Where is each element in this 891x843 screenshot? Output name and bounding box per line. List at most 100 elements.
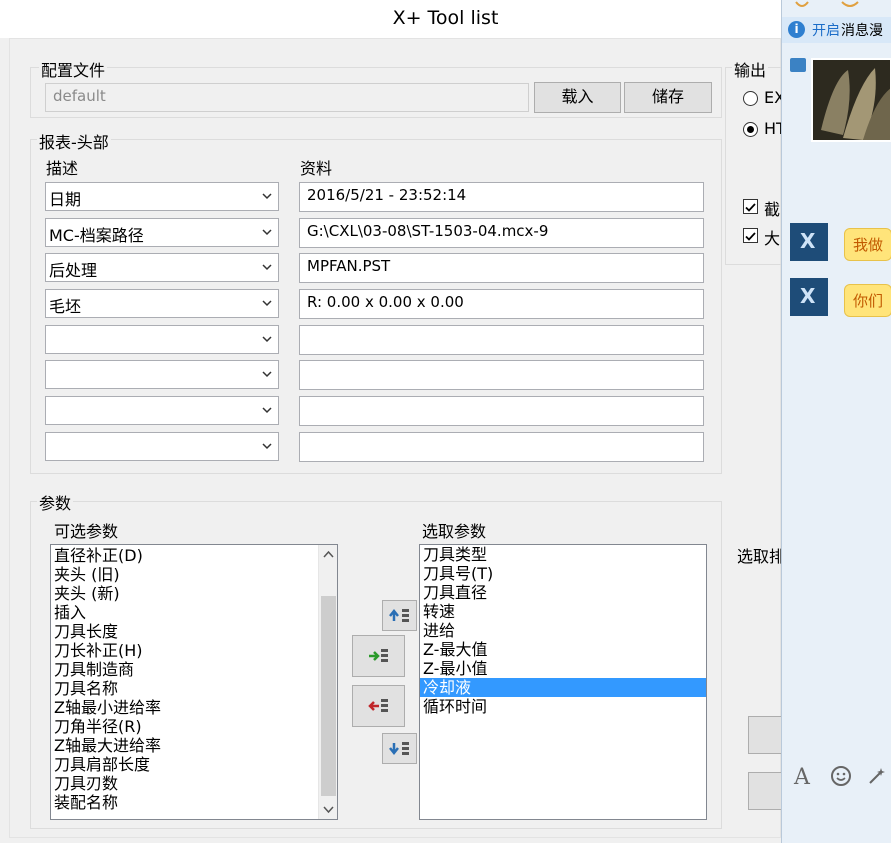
remove-arrow-icon bbox=[367, 699, 388, 712]
scroll-up-icon[interactable] bbox=[322, 548, 335, 561]
list-item[interactable]: 夹头 (旧) bbox=[51, 565, 317, 584]
list-item[interactable]: 刀具名称 bbox=[51, 679, 317, 698]
list-item[interactable]: 刀具号(T) bbox=[420, 564, 706, 583]
list-item[interactable]: 刀长补正(H) bbox=[51, 641, 317, 660]
chevron-down-icon bbox=[262, 300, 272, 307]
font-icon[interactable]: A bbox=[794, 765, 810, 790]
chevron-down-icon bbox=[262, 193, 272, 200]
chevron-down-icon bbox=[262, 336, 272, 343]
remove-param-button[interactable] bbox=[352, 685, 405, 727]
image-thumbnail bbox=[813, 60, 890, 140]
data-column-label: 资料 bbox=[300, 159, 333, 178]
chat-image[interactable] bbox=[811, 58, 891, 142]
desc-select-8[interactable] bbox=[45, 432, 279, 461]
config-group-label: 配置文件 bbox=[39, 57, 108, 81]
avatar-1[interactable]: X bbox=[790, 223, 828, 261]
list-item[interactable]: 插入 bbox=[51, 603, 317, 622]
chat-toolbar: A bbox=[782, 755, 891, 799]
desc-select-1[interactable]: 日期 bbox=[45, 182, 279, 211]
move-down-button[interactable] bbox=[382, 733, 417, 764]
list-item[interactable]: 刀具肩部长度 bbox=[51, 755, 317, 774]
message-bubble-1: 我做 bbox=[844, 228, 891, 261]
side-button-2[interactable] bbox=[748, 772, 781, 810]
list-item[interactable]: 循环时间 bbox=[420, 697, 706, 716]
chevron-down-icon bbox=[262, 229, 272, 236]
list-item[interactable]: 刀具刃数 bbox=[51, 774, 317, 793]
data-field-8[interactable] bbox=[299, 431, 704, 462]
scroll-down-icon[interactable] bbox=[322, 803, 335, 816]
load-button[interactable]: 载入 bbox=[534, 82, 621, 113]
data-field-3[interactable]: MPFAN.PST bbox=[299, 252, 704, 283]
desc-select-2[interactable]: MC-档案路径 bbox=[45, 218, 279, 247]
list-item[interactable]: Z-最大值 bbox=[420, 640, 706, 659]
config-file-field[interactable]: default bbox=[45, 83, 529, 112]
list-item[interactable]: 刀具直径 bbox=[420, 583, 706, 602]
desc-select-5[interactable] bbox=[45, 325, 279, 354]
data-field-7[interactable] bbox=[299, 395, 704, 426]
move-up-button[interactable] bbox=[382, 600, 417, 631]
save-button[interactable]: 储存 bbox=[624, 82, 712, 113]
add-param-button[interactable] bbox=[352, 635, 405, 677]
available-scrollbar[interactable] bbox=[318, 545, 337, 819]
html-radio[interactable] bbox=[743, 122, 758, 137]
desc-select-value: 后处理 bbox=[49, 261, 98, 280]
add-arrow-icon bbox=[368, 649, 388, 662]
chevron-down-icon bbox=[262, 443, 272, 450]
data-field-4[interactable]: R: 0.00 x 0.00 x 0.00 bbox=[299, 288, 704, 319]
data-field-5[interactable] bbox=[299, 324, 704, 355]
selected-items: 刀具类型 刀具号(T) 刀具直径 转速 进给 Z-最大值 Z-最小值 冷却液 循环时间 bbox=[420, 545, 706, 716]
chevron-down-icon bbox=[262, 407, 272, 414]
list-item[interactable]: Z轴最大进给率 bbox=[51, 736, 317, 755]
list-item[interactable]: Z轴最小进给率 bbox=[51, 698, 317, 717]
title-bar: X+ Tool list bbox=[0, 0, 891, 38]
window-title: X+ Tool list bbox=[392, 7, 499, 29]
params-group-label: 参数 bbox=[37, 490, 74, 514]
desc-select-7[interactable] bbox=[45, 396, 279, 425]
list-item[interactable]: 冷却液 bbox=[420, 678, 706, 697]
excel-radio[interactable] bbox=[743, 91, 758, 106]
desc-select-4[interactable]: 毛坯 bbox=[45, 289, 279, 318]
list-item[interactable]: 夹头 (新) bbox=[51, 584, 317, 603]
option-checkbox-2[interactable] bbox=[743, 228, 758, 243]
list-item[interactable]: 刀具类型 bbox=[420, 545, 706, 564]
list-item[interactable]: 刀具制造商 bbox=[51, 660, 317, 679]
message-bubble-2: 你们 bbox=[844, 284, 891, 317]
list-item[interactable]: Z-最小值 bbox=[420, 659, 706, 678]
avatar-2[interactable]: X bbox=[790, 278, 828, 316]
desc-select-3[interactable]: 后处理 bbox=[45, 253, 279, 282]
available-params-label: 可选参数 bbox=[54, 522, 119, 541]
list-item[interactable]: 进给 bbox=[420, 621, 706, 640]
list-item[interactable]: 装配名称 bbox=[51, 793, 317, 812]
desc-column-label: 描述 bbox=[46, 159, 79, 178]
avatar-logo-icon: X bbox=[800, 229, 816, 253]
list-item[interactable]: 刀角半径(R) bbox=[51, 717, 317, 736]
option-checkbox-2-label: 大 bbox=[764, 229, 781, 248]
report-header-group-label: 报表-头部 bbox=[37, 129, 111, 153]
available-items: 直径补正(D) 夹头 (旧) 夹头 (新) 插入 刀具长度 刀长补正(H) 刀具制造商 刀具名… bbox=[51, 546, 317, 812]
photo-icon bbox=[790, 58, 806, 72]
move-up-icon bbox=[388, 608, 409, 622]
list-item[interactable]: 转速 bbox=[420, 602, 706, 621]
data-field-1[interactable]: 2016/5/21 - 23:52:14 bbox=[299, 181, 704, 212]
list-item[interactable]: 直径补正(D) bbox=[51, 546, 317, 565]
data-field-6[interactable] bbox=[299, 359, 704, 390]
option-checkbox-1-label: 截 bbox=[764, 200, 781, 219]
desc-select-value: 日期 bbox=[49, 190, 82, 209]
available-params-list[interactable]: 直径补正(D) 夹头 (旧) 夹头 (新) 插入 刀具长度 刀长补正(H) 刀具制造商 刀具名… bbox=[50, 544, 338, 820]
selected-params-label: 选取参数 bbox=[422, 522, 487, 541]
desc-select-value: MC-档案路径 bbox=[49, 226, 144, 245]
magic-icon[interactable] bbox=[866, 765, 888, 787]
desc-select-6[interactable] bbox=[45, 360, 279, 389]
side-button-1[interactable] bbox=[748, 716, 781, 754]
notice-link[interactable]: 开启 bbox=[812, 20, 840, 40]
selected-params-list[interactable]: 刀具类型 刀具号(T) 刀具直径 转速 进给 Z-最大值 Z-最小值 冷却液 循环时间 bbox=[419, 544, 707, 820]
emoji-icon[interactable] bbox=[830, 765, 852, 787]
data-field-2[interactable]: G:\CXL\03-08\ST-1503-04.mcx-9 bbox=[299, 217, 704, 248]
checkmark-icon bbox=[745, 203, 756, 212]
list-item[interactable]: 刀具长度 bbox=[51, 622, 317, 641]
scroll-thumb[interactable] bbox=[321, 596, 336, 796]
chevron-down-icon bbox=[262, 371, 272, 378]
chat-top-icons bbox=[782, 0, 891, 14]
move-down-icon bbox=[388, 742, 409, 756]
option-checkbox-1[interactable] bbox=[743, 199, 758, 214]
